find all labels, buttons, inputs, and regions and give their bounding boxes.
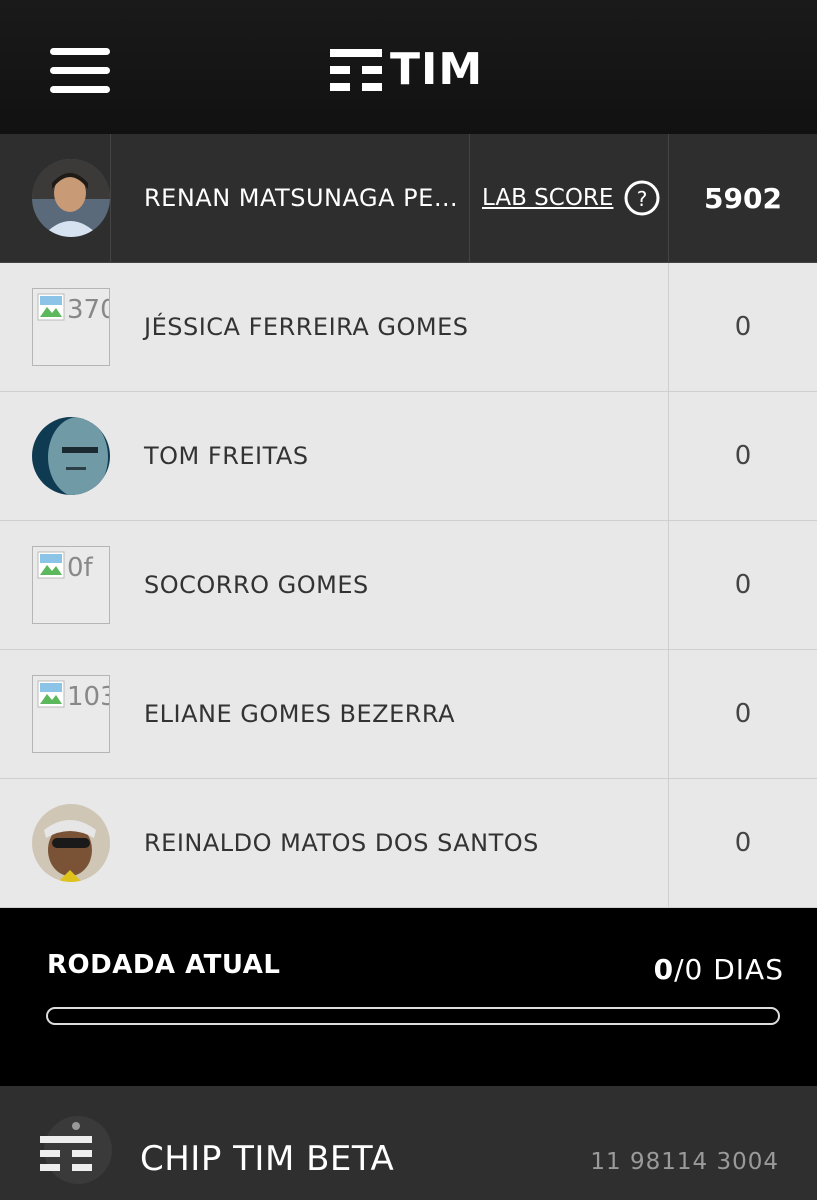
broken-image-avatar: 103 (32, 675, 110, 753)
tim-logo: TIM (330, 44, 483, 96)
participant-score: 0 (668, 779, 817, 907)
broken-image-icon (37, 293, 65, 321)
image-alt-text: 0f (67, 553, 93, 583)
broken-image-avatar: 370 (32, 288, 110, 366)
current-round-panel (0, 908, 817, 1086)
participant-name: JÉSSICA FERREIRA GOMES (144, 313, 469, 341)
current-user-name: RENAN MATSUNAGA PER... (144, 184, 464, 212)
current-user-row[interactable]: RENAN MATSUNAGA PER... LAB SCORE ? 5902 (0, 134, 817, 263)
help-question-icon[interactable]: ? (623, 179, 661, 217)
list-item[interactable]: REINALDO MATOS DOS SANTOS 0 (0, 779, 817, 908)
list-item[interactable]: 370 JÉSSICA FERREIRA GOMES 0 (0, 263, 817, 392)
ranking-list: RENAN MATSUNAGA PER... LAB SCORE ? 5902 … (0, 134, 817, 908)
avatar (32, 159, 110, 237)
tim-logo-mark-icon (330, 49, 382, 91)
chip-name: CHIP TIM BETA (140, 1139, 395, 1179)
participant-name: ELIANE GOMES BEZERRA (144, 700, 456, 728)
round-days-counter: 0/0 DIAS (654, 953, 784, 986)
list-item[interactable]: 0f SOCORRO GOMES 0 (0, 521, 817, 650)
photo-cell (0, 779, 110, 907)
broken-image-icon (37, 680, 65, 708)
chip-phone-number: 11 98114 3004 (590, 1149, 779, 1175)
current-user-score: 5902 (668, 134, 817, 262)
broken-image-avatar: 0f (32, 546, 110, 624)
participant-score: 0 (668, 263, 817, 391)
lab-score-link[interactable]: LAB SCORE (482, 185, 613, 211)
footer-bar[interactable] (0, 1086, 817, 1200)
participant-score: 0 (668, 392, 817, 520)
list-item[interactable]: TOM FREITAS 0 (0, 392, 817, 521)
photo-cell (0, 392, 110, 520)
round-progress-bar (46, 1007, 780, 1025)
chip-tim-icon (40, 1116, 112, 1184)
app-header: TIM (0, 0, 817, 135)
svg-text:?: ? (637, 187, 648, 211)
image-alt-text: 103 (67, 682, 109, 712)
logo-text: TIM (390, 44, 484, 95)
participant-score: 0 (668, 650, 817, 778)
list-item[interactable]: 103 ELIANE GOMES BEZERRA 0 (0, 650, 817, 779)
photo-cell (0, 134, 111, 262)
hamburger-menu-icon[interactable] (50, 48, 110, 94)
photo-cell: 103 (0, 650, 110, 778)
avatar (32, 804, 110, 882)
participant-name: TOM FREITAS (144, 442, 309, 470)
round-days-total: /0 DIAS (674, 953, 784, 986)
lab-score-cell: LAB SCORE ? (469, 134, 670, 262)
participant-score: 0 (668, 521, 817, 649)
participant-name: SOCORRO GOMES (144, 571, 369, 599)
round-label: RODADA ATUAL (47, 950, 281, 980)
round-days-current: 0 (653, 953, 675, 986)
photo-cell: 370 (0, 263, 110, 391)
image-alt-text: 370 (67, 295, 109, 325)
avatar (32, 417, 110, 495)
photo-cell: 0f (0, 521, 110, 649)
participant-name: REINALDO MATOS DOS SANTOS (144, 829, 539, 857)
broken-image-icon (37, 551, 65, 579)
